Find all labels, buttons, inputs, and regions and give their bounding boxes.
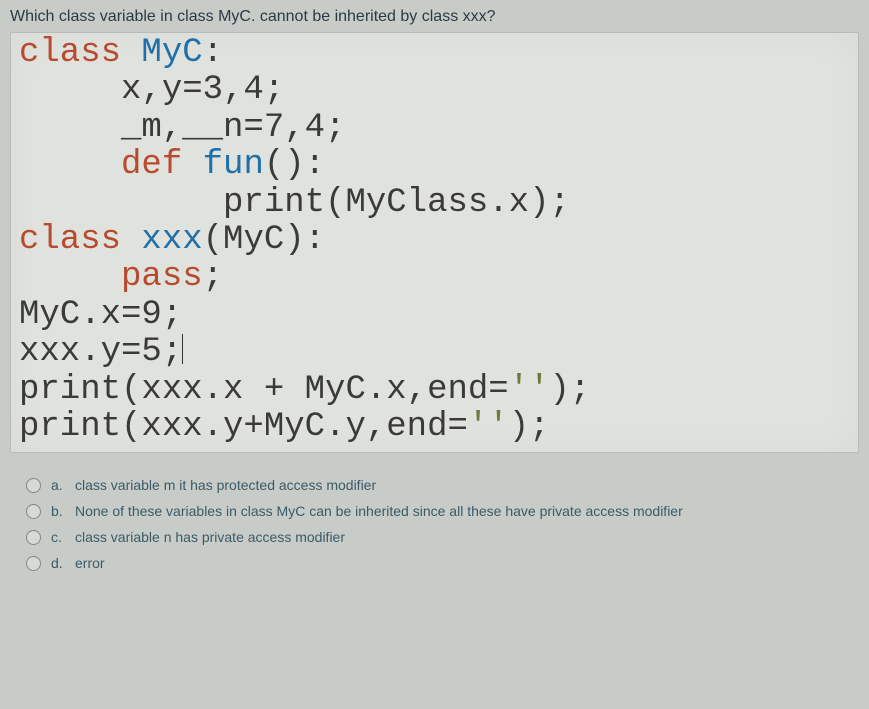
code-line-8: MyC.x=9; <box>19 297 850 334</box>
option-text: class variable n has private access modi… <box>75 529 345 545</box>
code-block: class MyC: x,y=3,4; _m,__n=7,4; def fun(… <box>10 32 859 453</box>
code-line-4: def fun(): <box>19 147 850 184</box>
code-line-6: class xxx(MyC): <box>19 222 850 259</box>
option-letter: c. <box>51 529 65 545</box>
option-text: class variable m it has protected access… <box>75 477 376 493</box>
radio-icon <box>26 530 41 545</box>
radio-icon <box>26 504 41 519</box>
option-text: error <box>75 555 105 571</box>
option-b[interactable]: b. None of these variables in class MyC … <box>26 503 859 519</box>
code-line-7: pass; <box>19 259 850 296</box>
quiz-question-container: Which class variable in class MyC. canno… <box>0 0 869 589</box>
radio-icon <box>26 556 41 571</box>
code-line-11: print(xxx.y+MyC.y,end=''); <box>19 409 850 446</box>
text-cursor <box>182 334 183 364</box>
code-line-10: print(xxx.x + MyC.x,end=''); <box>19 372 850 409</box>
question-text: Which class variable in class MyC. canno… <box>10 8 859 26</box>
code-line-3: _m,__n=7,4; <box>19 110 850 147</box>
code-line-2: x,y=3,4; <box>19 72 850 109</box>
option-letter: b. <box>51 503 65 519</box>
option-letter: d. <box>51 555 65 571</box>
code-line-9: xxx.y=5; <box>19 334 850 371</box>
option-letter: a. <box>51 477 65 493</box>
option-a[interactable]: a. class variable m it has protected acc… <box>26 477 859 493</box>
code-line-5: print(MyClass.x); <box>19 185 850 222</box>
option-text: None of these variables in class MyC can… <box>75 503 683 519</box>
option-c[interactable]: c. class variable n has private access m… <box>26 529 859 545</box>
code-line-1: class MyC: <box>19 35 850 72</box>
radio-icon <box>26 478 41 493</box>
option-d[interactable]: d. error <box>26 555 859 571</box>
answer-options: a. class variable m it has protected acc… <box>10 477 859 571</box>
